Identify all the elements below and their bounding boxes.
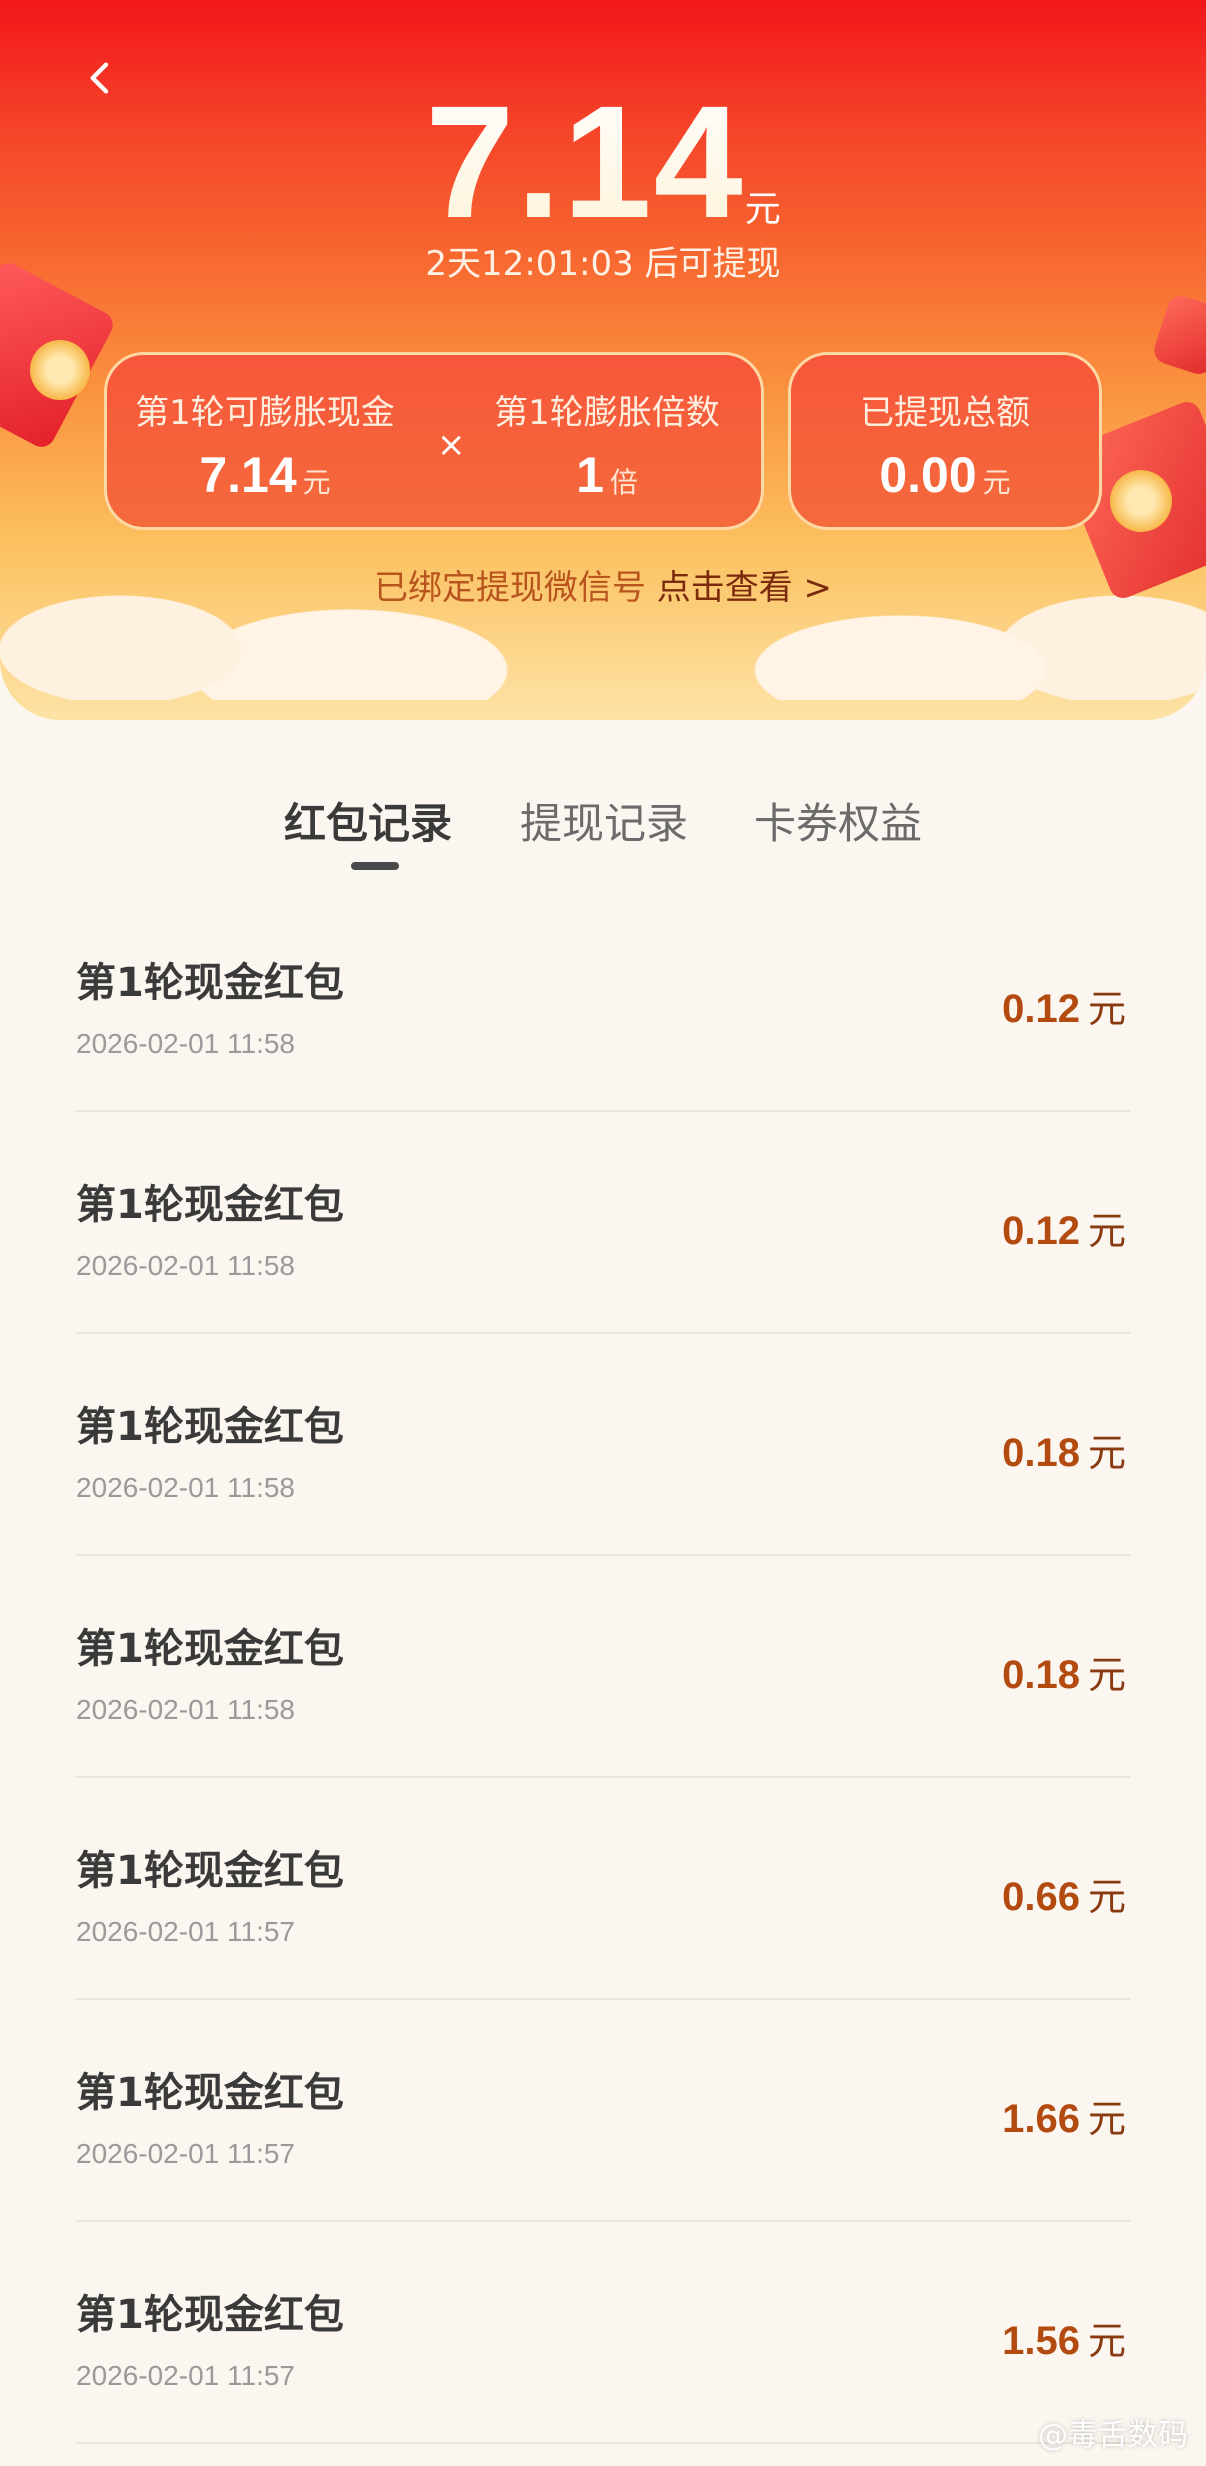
header-banner: 7.14元 2天12:01:03 后可提现 第1轮可膨胀现金 7.14 元 × 第… — [0, 0, 1206, 720]
multiplier-column: 第1轮膨胀倍数 1倍 — [477, 385, 737, 504]
record-time: 2026-02-01 11:58 — [76, 1472, 295, 1503]
record-time: 2026-02-01 11:58 — [76, 1028, 295, 1059]
tab-withdraw-records[interactable]: 提现记录 — [520, 790, 688, 851]
cash-column: 第1轮可膨胀现金 7.14 元 — [135, 385, 395, 504]
tab-redpacket-records[interactable]: 红包记录 — [284, 790, 452, 851]
list-item: 第1轮现金红包 2026-02-01 11:58 0.12 元 — [76, 890, 1130, 1112]
record-time: 2026-02-01 11:57 — [76, 1916, 295, 1947]
cash-value: 7.14 — [199, 447, 297, 503]
record-time: 2026-02-01 11:58 — [76, 1694, 295, 1725]
record-title: 第1轮现金红包 — [76, 1626, 344, 1672]
withdrawn-label: 已提现总额 — [860, 393, 1030, 433]
record-title: 第1轮现金红包 — [76, 2292, 344, 2338]
tab-coupons[interactable]: 卡券权益 — [754, 790, 922, 851]
tab-active-indicator — [351, 862, 399, 870]
inflate-card: 第1轮可膨胀现金 7.14 元 × 第1轮膨胀倍数 1倍 — [104, 352, 764, 530]
times-symbol: × — [437, 425, 466, 465]
cash-unit: 元 — [302, 467, 331, 498]
list-item: 第1轮现金红包 2026-02-01 11:57 0.66 元 — [76, 1778, 1130, 2000]
balance-value: 7.14 — [425, 72, 745, 251]
record-list: 第1轮现金红包 2026-02-01 11:58 0.12 元 第1轮现金红包 2… — [76, 890, 1130, 2444]
record-amount: 0.66 元 — [1002, 1875, 1126, 1919]
list-item: 第1轮现金红包 2026-02-01 11:58 0.12 元 — [76, 1112, 1130, 1334]
record-title: 第1轮现金红包 — [76, 2070, 344, 2116]
record-time: 2026-02-01 11:58 — [76, 1250, 295, 1281]
wechat-binding[interactable]: 已绑定提现微信号 点击查看 > — [0, 560, 1206, 609]
list-item: 第1轮现金红包 2026-02-01 11:57 1.66 元 — [76, 2000, 1130, 2222]
record-title: 第1轮现金红包 — [76, 1404, 344, 1450]
list-item: 第1轮现金红包 2026-02-01 11:58 0.18 元 — [76, 1334, 1130, 1556]
view-wechat-link[interactable]: 点击查看 > — [657, 568, 832, 608]
multiplier-label: 第1轮膨胀倍数 — [494, 393, 720, 433]
coin-decoration — [30, 340, 90, 400]
tab-bar: 红包记录 提现记录 卡券权益 — [0, 790, 1206, 870]
record-title: 第1轮现金红包 — [76, 960, 344, 1006]
watermark-text: @毒舌数码 — [1038, 2418, 1188, 2453]
record-amount: 0.12 元 — [1002, 1209, 1126, 1253]
withdrawn-card: 已提现总额 0.00 元 — [788, 352, 1102, 530]
record-amount: 0.18 元 — [1002, 1431, 1126, 1475]
list-item: 第1轮现金红包 2026-02-01 11:58 0.18 元 — [76, 1556, 1130, 1778]
multiplier-unit: 倍 — [609, 467, 638, 498]
record-amount: 0.12 元 — [1002, 987, 1126, 1031]
cash-label: 第1轮可膨胀现金 — [135, 393, 395, 433]
withdraw-countdown: 2天12:01:03 后可提现 — [425, 244, 781, 284]
red-envelope-decoration — [1150, 292, 1206, 378]
record-time: 2026-02-01 11:57 — [76, 2360, 295, 2391]
coin-decoration — [1110, 470, 1172, 532]
balance-amount: 7.14元 — [0, 70, 1206, 254]
multiplier-value: 1 — [576, 447, 604, 503]
record-title: 第1轮现金红包 — [76, 1848, 344, 1894]
wechat-text: 已绑定提现微信号 — [373, 568, 646, 608]
list-item: 第1轮现金红包 2026-02-01 11:57 1.56 元 — [76, 2222, 1130, 2444]
record-amount: 1.56 元 — [1002, 2319, 1126, 2363]
withdrawn-unit: 元 — [982, 467, 1011, 498]
withdrawn-column: 已提现总额 0.00 元 — [791, 385, 1099, 504]
record-amount: 1.66 元 — [1002, 2097, 1126, 2141]
withdrawn-value: 0.00 — [879, 447, 977, 503]
record-time: 2026-02-01 11:57 — [76, 2138, 295, 2169]
record-title: 第1轮现金红包 — [76, 1182, 344, 1228]
balance-unit: 元 — [744, 188, 781, 229]
record-amount: 0.18 元 — [1002, 1653, 1126, 1697]
